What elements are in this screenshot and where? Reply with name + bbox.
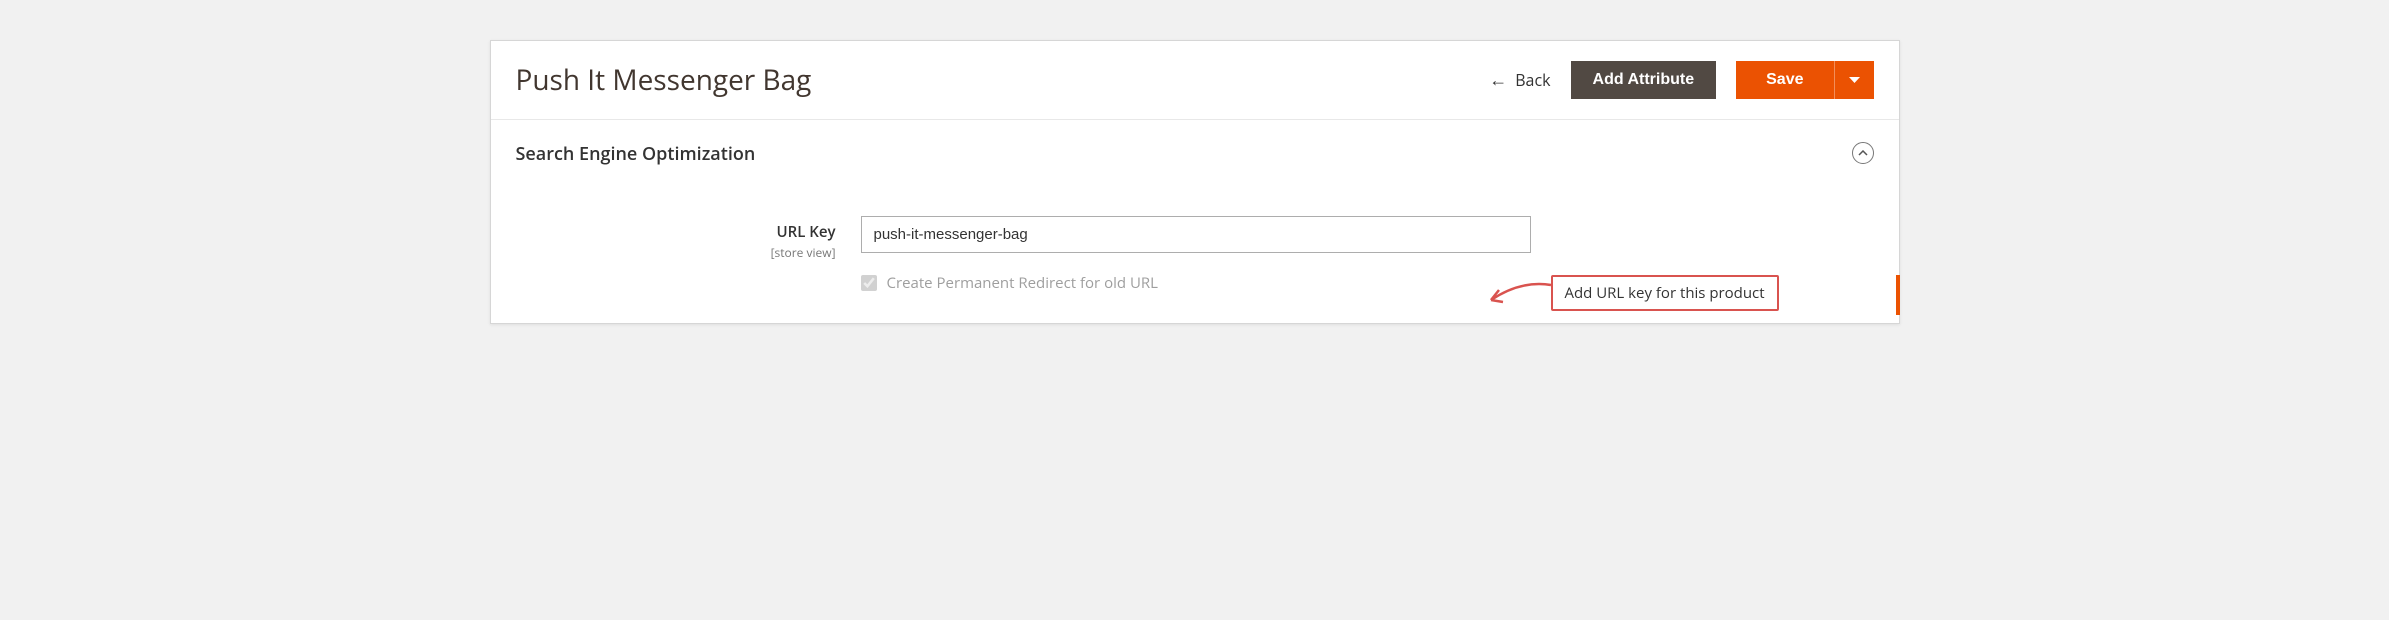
- orange-edge-decoration: [1896, 275, 1900, 315]
- chevron-up-icon: [1858, 150, 1868, 156]
- annotation-text: Add URL key for this product: [1551, 275, 1779, 311]
- redirect-checkbox-row: Create Permanent Redirect for old URL: [861, 273, 1531, 293]
- page-title: Push It Messenger Bag: [516, 61, 1490, 99]
- page-container: Push It Messenger Bag ← Back Add Attribu…: [490, 40, 1900, 324]
- back-button[interactable]: ← Back: [1489, 68, 1550, 92]
- header-actions: ← Back Add Attribute Save: [1489, 61, 1873, 99]
- url-key-input-col: Create Permanent Redirect for old URL: [861, 216, 1531, 293]
- save-dropdown-toggle[interactable]: [1834, 61, 1874, 99]
- save-button[interactable]: Save: [1736, 61, 1833, 99]
- url-key-label-col: URL Key [store view]: [516, 216, 861, 261]
- url-key-scope: [store view]: [516, 244, 836, 261]
- annotation-callout: Add URL key for this product: [1551, 275, 1779, 311]
- url-key-label: URL Key: [776, 222, 835, 242]
- add-attribute-button[interactable]: Add Attribute: [1571, 61, 1717, 99]
- chevron-down-icon: [1849, 77, 1860, 84]
- url-key-input[interactable]: [861, 216, 1531, 253]
- section-title: Search Engine Optimization: [516, 142, 1874, 166]
- back-label: Back: [1515, 69, 1550, 91]
- page-header: Push It Messenger Bag ← Back Add Attribu…: [491, 41, 1899, 120]
- collapse-toggle[interactable]: [1852, 142, 1874, 164]
- redirect-label: Create Permanent Redirect for old URL: [887, 273, 1159, 293]
- redirect-checkbox[interactable]: [861, 275, 877, 291]
- save-button-group: Save: [1736, 61, 1873, 99]
- arrow-left-icon: ←: [1489, 68, 1507, 92]
- seo-section: Search Engine Optimization URL Key [stor…: [491, 120, 1899, 323]
